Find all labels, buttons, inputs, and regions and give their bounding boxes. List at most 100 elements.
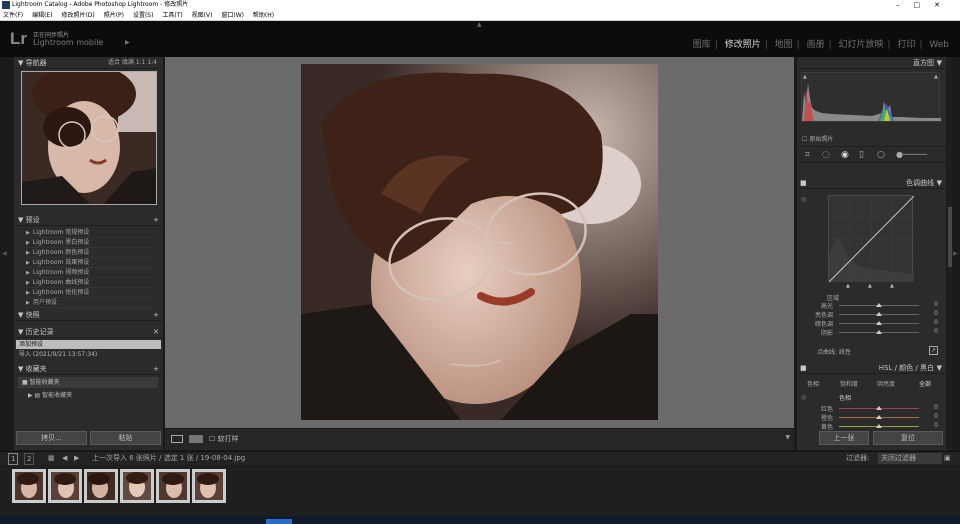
- menu-edit[interactable]: 编辑(E): [32, 12, 52, 19]
- page-1-button[interactable]: 1: [8, 453, 19, 465]
- minimize-button[interactable]: –: [896, 1, 914, 9]
- toolbar-menu-icon[interactable]: ▼: [785, 434, 790, 441]
- before-after-icon[interactable]: [189, 435, 203, 443]
- slider-value[interactable]: 0: [934, 301, 938, 308]
- close-button[interactable]: ✕: [934, 1, 954, 9]
- slider-value[interactable]: 0: [934, 422, 938, 429]
- slider-knob[interactable]: [876, 406, 882, 410]
- navigator-header[interactable]: ▼ 导航器 适合 填满 1:1 1:4: [14, 57, 163, 69]
- paste-button[interactable]: 粘贴: [90, 431, 161, 445]
- slider-knob[interactable]: [876, 415, 882, 419]
- menu-photo[interactable]: 照片(P): [104, 12, 124, 19]
- radial-filter-icon[interactable]: ○: [877, 150, 885, 160]
- filmstrip-thumbnail[interactable]: [192, 469, 226, 503]
- target-adjust-icon[interactable]: ◎: [801, 196, 806, 203]
- crop-icon[interactable]: ⌗: [805, 150, 810, 160]
- slider-value[interactable]: 0: [934, 328, 938, 335]
- slider-orange[interactable]: 橙色 0: [801, 413, 942, 422]
- filmstrip-thumbnail[interactable]: [48, 469, 82, 503]
- left-panel-toggle-icon[interactable]: ◀: [2, 250, 7, 257]
- slider-knob[interactable]: [876, 303, 882, 307]
- play-icon[interactable]: ▶: [125, 39, 130, 46]
- previous-settings-button[interactable]: 上一张: [819, 431, 869, 445]
- target-adjust-icon[interactable]: ◎: [801, 394, 806, 401]
- clear-history-icon[interactable]: ✕: [153, 326, 159, 338]
- collapse-icon[interactable]: ▼: [937, 57, 942, 69]
- add-snapshot-icon[interactable]: +: [153, 309, 159, 321]
- history-header[interactable]: ▼ 历史记录 ✕: [14, 326, 163, 338]
- edit-point-curve-icon[interactable]: ↗: [929, 346, 938, 355]
- collapse-icon[interactable]: ▼: [937, 177, 942, 189]
- collection-item[interactable]: ■ 智能收藏夹: [18, 377, 158, 388]
- soft-proof-toggle[interactable]: ☐ 软打样: [209, 434, 239, 444]
- point-curve-select[interactable]: 点曲线: 线性: [817, 347, 851, 356]
- checkbox-icon[interactable]: ☐: [209, 435, 215, 443]
- menu-settings[interactable]: 设置(S): [133, 12, 154, 19]
- highlight-clip-icon[interactable]: ▲: [934, 74, 938, 80]
- split-point-icon[interactable]: ▲: [868, 283, 872, 289]
- preset-folder[interactable]: ▶ Lightroom 黑白预设: [26, 238, 156, 248]
- tab-saturation[interactable]: 饱和度: [840, 379, 858, 388]
- slider-knob[interactable]: [876, 312, 882, 316]
- snapshots-header[interactable]: ▼ 快照 +: [14, 309, 163, 321]
- mobile-label[interactable]: Lightroom mobile: [33, 38, 103, 47]
- panel-toggle-icon[interactable]: ■: [800, 177, 807, 189]
- slider-value[interactable]: 0: [934, 310, 938, 317]
- filter-lock-icon[interactable]: ▣: [944, 452, 951, 465]
- navigator-preview[interactable]: [21, 71, 157, 205]
- main-photo[interactable]: [301, 64, 658, 420]
- slider-lights[interactable]: 亮色调 0: [801, 310, 942, 319]
- spot-removal-icon[interactable]: ◌: [822, 150, 830, 160]
- filmstrip-thumbnail[interactable]: [120, 469, 154, 503]
- history-item[interactable]: 导入 (2021/9/21 13:57:34): [16, 350, 161, 359]
- module-slideshow[interactable]: 幻灯片放映: [839, 40, 884, 50]
- loupe-view-icon[interactable]: [171, 435, 183, 443]
- slider-shadows[interactable]: 阴影 0: [801, 328, 942, 337]
- tab-all[interactable]: 全部: [919, 379, 931, 388]
- slider-value[interactable]: 0: [934, 404, 938, 411]
- panel-toggle-icon[interactable]: ■: [800, 362, 807, 374]
- slider-value[interactable]: 0: [934, 413, 938, 420]
- module-develop[interactable]: 修改照片: [725, 40, 761, 50]
- module-book[interactable]: 画册: [807, 40, 825, 50]
- filmstrip-thumbnail[interactable]: [156, 469, 190, 503]
- maximize-button[interactable]: □: [914, 1, 935, 9]
- menu-tools[interactable]: 工具(T): [162, 12, 182, 19]
- preset-folder[interactable]: ▶ Lightroom 视频预设: [26, 268, 156, 278]
- collections-header[interactable]: ▼ 收藏夹 +: [14, 363, 163, 375]
- preset-folder[interactable]: ▶ 用户预设: [26, 298, 156, 308]
- scrollbar-thumb[interactable]: [948, 207, 952, 267]
- split-point-icon[interactable]: ▲: [890, 283, 894, 289]
- slider-highlights[interactable]: 高光 0: [801, 301, 942, 310]
- tab-luminance[interactable]: 明亮度: [877, 379, 895, 388]
- menu-develop[interactable]: 修改照片(D): [61, 12, 94, 19]
- source-path[interactable]: 上一次导入 6 张照片 / 选定 1 张 / 19-08-04.jpg: [92, 452, 245, 465]
- preset-folder[interactable]: ▶ Lightroom 颜色预设: [26, 248, 156, 258]
- slider-red[interactable]: 红色 0: [801, 404, 942, 413]
- page-2-button[interactable]: 2: [24, 453, 35, 465]
- tab-hue[interactable]: 色相: [807, 379, 819, 388]
- red-eye-icon[interactable]: ◉: [841, 150, 849, 160]
- add-preset-icon[interactable]: +: [153, 214, 159, 226]
- collapse-icon[interactable]: ▼: [937, 362, 942, 374]
- original-photo-toggle[interactable]: ☐ 原始照片: [802, 134, 833, 143]
- slider-darks[interactable]: 暗色调 0: [801, 319, 942, 328]
- tone-curve-header[interactable]: ■ 色调曲线 ▼: [797, 177, 946, 189]
- preset-folder[interactable]: ▶ Lightroom 锐化预设: [26, 288, 156, 298]
- adjustment-brush-icon[interactable]: ●─────: [896, 150, 927, 159]
- checkbox-icon[interactable]: ☐: [802, 136, 807, 143]
- module-library[interactable]: 图库: [693, 40, 711, 50]
- forward-arrow-icon[interactable]: ▶: [74, 452, 79, 465]
- histogram-header[interactable]: 直方图 ▼: [797, 57, 946, 69]
- presets-header[interactable]: ▼ 预设 +: [14, 214, 163, 226]
- filmstrip-thumbnail[interactable]: [12, 469, 46, 503]
- taskbar-app-indicator[interactable]: [266, 519, 292, 524]
- top-panel-toggle-icon[interactable]: ▲: [477, 21, 482, 28]
- menu-file[interactable]: 文件(F): [3, 12, 23, 19]
- menu-view[interactable]: 视图(V): [192, 12, 213, 19]
- zoom-options[interactable]: 适合 填满 1:1 1:4: [108, 57, 157, 69]
- hsl-header[interactable]: ■ HSL / 颜色 / 黑白 ▼: [797, 362, 946, 374]
- slider-knob[interactable]: [876, 321, 882, 325]
- tone-curve-graph[interactable]: [828, 195, 915, 283]
- history-item[interactable]: 添加预设: [16, 340, 161, 349]
